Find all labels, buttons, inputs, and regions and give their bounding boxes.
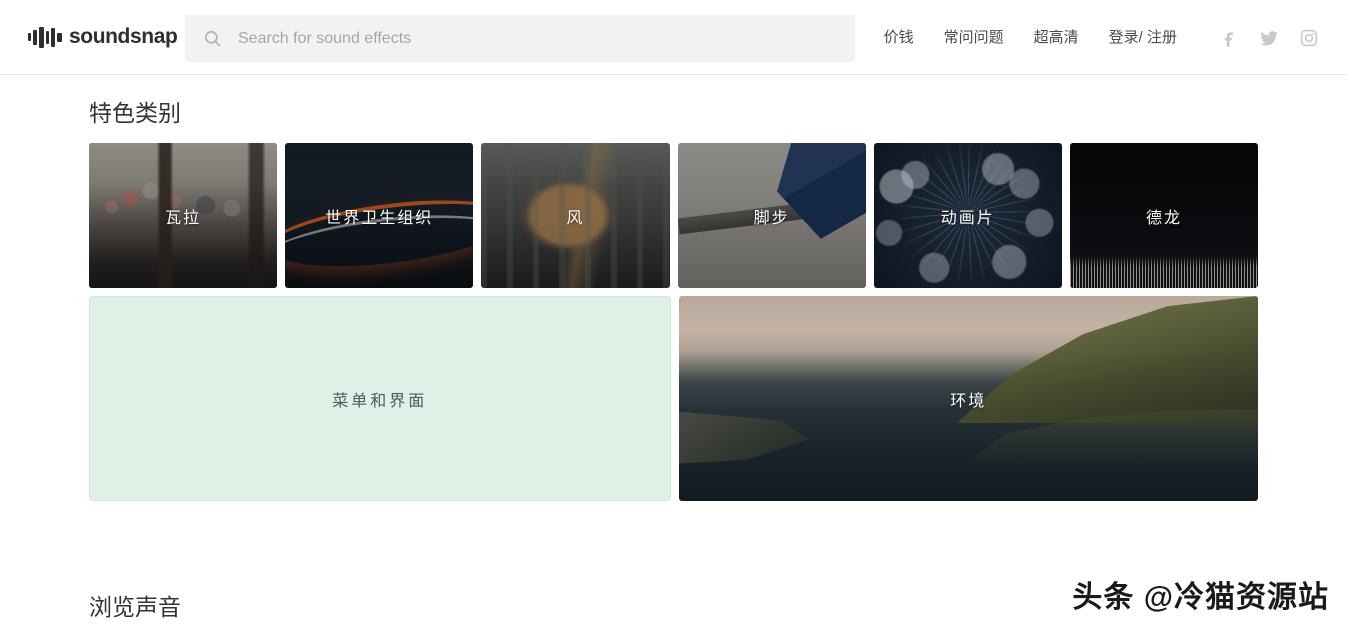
featured-row-big: 菜单和界面 环境 [89, 296, 1258, 501]
category-card-label: 风 [566, 209, 585, 227]
category-card-cartoon[interactable]: 动画片 [873, 143, 1062, 288]
search-input[interactable] [238, 15, 837, 62]
category-card-label: 瓦拉 [165, 209, 202, 227]
category-card-wind[interactable]: 风 [481, 143, 670, 288]
twitter-icon[interactable] [1259, 28, 1279, 48]
watermark: 头条 @冷猫资源站 [1072, 581, 1329, 614]
logo-text: soundsnap [69, 25, 178, 48]
category-card-label: 菜单和界面 [332, 392, 428, 410]
category-card-label: 环境 [950, 392, 987, 410]
main-content: 特色类别 瓦拉 世界卫生组织 风 脚步 动画片 德龙 菜单和界面 环境 [0, 75, 1347, 501]
social-links [1219, 28, 1319, 48]
nav-item-login-register[interactable]: 登录/ 注册 [1109, 27, 1177, 49]
category-card-menus-and-interfaces[interactable]: 菜单和界面 [89, 296, 671, 501]
category-card-vala[interactable]: 瓦拉 [89, 143, 278, 288]
category-card-label: 脚步 [753, 209, 790, 227]
search-bar[interactable] [185, 15, 855, 62]
page-title: 特色类别 [89, 100, 181, 126]
featured-row-small: 瓦拉 世界卫生组织 风 脚步 动画片 德龙 [89, 143, 1259, 288]
nav-item-ultra-hd[interactable]: 超高清 [1034, 27, 1079, 49]
category-card-who[interactable]: 世界卫生组织 [285, 143, 474, 288]
nav-item-faq[interactable]: 常问问题 [944, 27, 1004, 49]
nav-item-pricing[interactable]: 价钱 [884, 27, 914, 49]
browse-sounds-title: 浏览声音 [89, 594, 181, 620]
waveform-icon [28, 26, 62, 48]
category-card-label: 世界卫生组织 [325, 209, 434, 227]
category-card-footsteps[interactable]: 脚步 [677, 143, 866, 288]
category-card-ambience[interactable]: 环境 [678, 296, 1258, 501]
category-card-label: 动画片 [940, 209, 995, 227]
facebook-icon[interactable] [1219, 28, 1239, 48]
category-card-label: 德龙 [1145, 209, 1182, 227]
instagram-icon[interactable] [1299, 28, 1319, 48]
site-header: soundsnap 价钱 常问问题 超高清 登录/ 注册 [0, 0, 1347, 75]
featured-categories-grid: 瓦拉 世界卫生组织 风 脚步 动画片 德龙 菜单和界面 环境 [89, 143, 1259, 501]
main-nav: 价钱 常问问题 超高清 登录/ 注册 [884, 27, 1319, 49]
logo[interactable]: soundsnap [28, 25, 178, 49]
search-icon [204, 30, 221, 47]
category-card-delong[interactable]: 德龙 [1069, 143, 1259, 288]
